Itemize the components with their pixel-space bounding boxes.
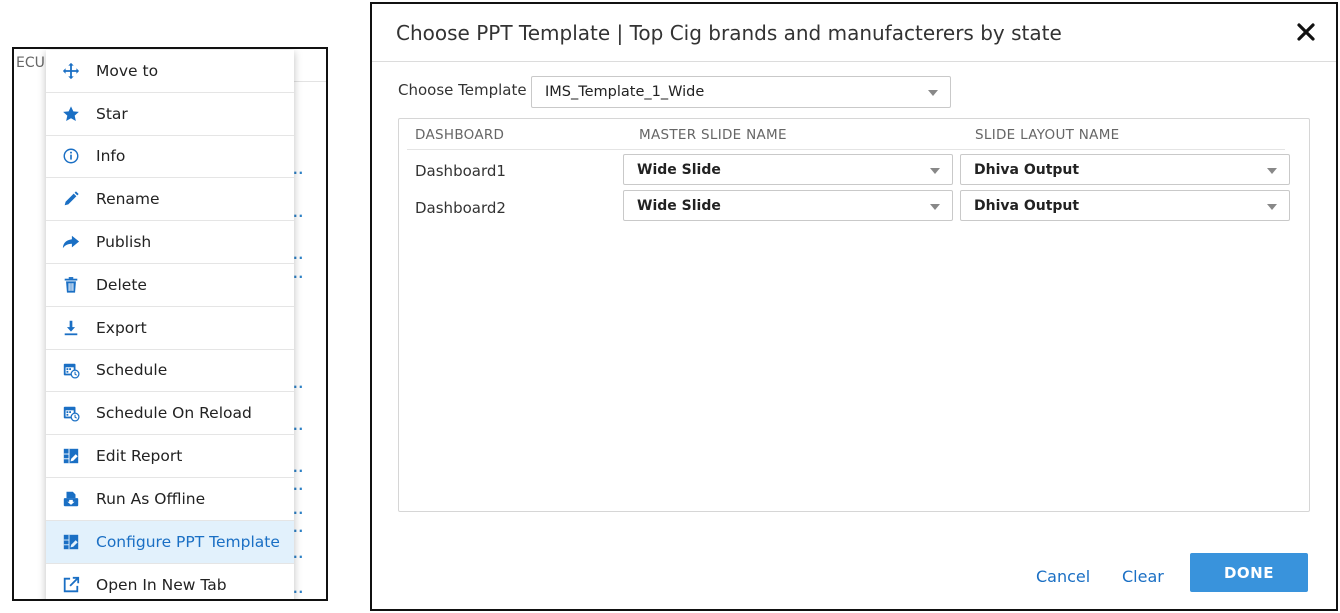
template-select-value: IMS_Template_1_Wide — [545, 84, 705, 100]
chevron-down-icon — [930, 168, 940, 174]
column-header-master-slide-name: MASTER SLIDE NAME — [639, 127, 787, 143]
header-divider — [407, 149, 1285, 150]
more-dots[interactable]: ·· — [293, 167, 304, 179]
master-slide-select[interactable]: Wide Slide — [623, 154, 953, 185]
offline-icon — [60, 488, 82, 510]
more-dots[interactable]: ·· — [293, 507, 304, 519]
trash-icon — [60, 274, 82, 296]
chevron-down-icon — [930, 204, 940, 210]
slide-layout-value: Dhiva Output — [974, 161, 1080, 178]
share-icon — [60, 231, 82, 253]
cancel-button[interactable]: Cancel — [1036, 567, 1090, 586]
context-menu-panel: ECU ·· ·· ·· ·· ·· ·· ·· ·· ·· ·· ·· ·· … — [12, 47, 328, 601]
dialog-title: Choose PPT Template | Top Cig brands and… — [396, 20, 1062, 45]
column-header-dashboard: DASHBOARD — [415, 127, 505, 143]
dialog-header: Choose PPT Template | Top Cig brands and… — [372, 4, 1336, 62]
more-dots[interactable]: ·· — [293, 252, 304, 264]
menu-item-export[interactable]: Export — [46, 307, 294, 350]
slide-layout-select[interactable]: Dhiva Output — [960, 190, 1290, 221]
download-icon — [60, 317, 82, 339]
done-button[interactable]: DONE — [1190, 553, 1308, 592]
chevron-down-icon — [1267, 168, 1277, 174]
calendar-clock-icon — [60, 402, 82, 424]
table-edit-icon — [60, 445, 82, 467]
menu-item-move-to[interactable]: Move to — [46, 50, 294, 93]
star-icon — [60, 103, 82, 125]
background-divider — [294, 81, 326, 82]
menu-item-label: Export — [96, 318, 147, 337]
more-dots[interactable]: ·· — [293, 465, 304, 477]
more-dots[interactable]: ·· — [293, 483, 304, 495]
menu-item-rename[interactable]: Rename — [46, 178, 294, 222]
clear-button[interactable]: Clear — [1122, 567, 1164, 586]
more-dots[interactable]: ·· — [293, 423, 304, 435]
menu-item-open-in-new-tab[interactable]: Open In New Tab — [46, 564, 294, 599]
chevron-down-icon — [1267, 204, 1277, 210]
menu-item-schedule-on-reload[interactable]: Schedule On Reload — [46, 392, 294, 436]
menu-item-label: Schedule On Reload — [96, 404, 252, 423]
pencil-icon — [60, 188, 82, 210]
table-edit-icon — [60, 531, 82, 553]
menu-item-label: Schedule — [96, 361, 168, 380]
more-dots[interactable]: ·· — [293, 210, 304, 222]
more-dots[interactable]: ·· — [293, 586, 304, 598]
menu-item-label: Run As Offline — [96, 489, 206, 508]
menu-item-run-as-offline[interactable]: Run As Offline — [46, 478, 294, 521]
column-header-slide-layout-name: SLIDE LAYOUT NAME — [975, 127, 1120, 143]
background-column-label: ECU — [16, 55, 45, 71]
more-dots[interactable]: ·· — [293, 525, 304, 537]
menu-item-label: Info — [96, 147, 126, 166]
menu-item-star[interactable]: Star — [46, 93, 294, 136]
master-slide-value: Wide Slide — [637, 161, 721, 178]
more-dots[interactable]: ·· — [293, 271, 304, 283]
menu-item-label: Open In New Tab — [96, 575, 227, 594]
info-icon — [60, 145, 82, 167]
menu-item-label: Configure PPT Template — [96, 532, 280, 551]
menu-item-edit-report[interactable]: Edit Report — [46, 435, 294, 478]
menu-item-label: Rename — [96, 190, 160, 209]
menu-item-delete[interactable]: Delete — [46, 264, 294, 307]
menu-item-label: Star — [96, 104, 128, 123]
choose-template-label: Choose Template — [398, 81, 527, 99]
master-slide-value: Wide Slide — [637, 197, 721, 214]
ppt-template-dialog: Choose PPT Template | Top Cig brands and… — [370, 2, 1338, 611]
slide-layout-select[interactable]: Dhiva Output — [960, 154, 1290, 185]
menu-item-label: Publish — [96, 233, 152, 252]
slide-layout-value: Dhiva Output — [974, 197, 1080, 214]
template-select[interactable]: IMS_Template_1_Wide — [531, 76, 951, 108]
master-slide-select[interactable]: Wide Slide — [623, 190, 953, 221]
dashboard-name: Dashboard1 — [415, 162, 506, 180]
more-dots[interactable]: ·· — [293, 551, 304, 563]
menu-item-info[interactable]: Info — [46, 136, 294, 179]
chevron-down-icon — [928, 90, 938, 96]
context-menu: Move to Star Info Rename Publish Delete … — [46, 50, 294, 599]
template-mapping-table: DASHBOARD MASTER SLIDE NAME SLIDE LAYOUT… — [398, 118, 1310, 512]
move-icon — [60, 60, 82, 82]
menu-item-configure-ppt-template[interactable]: Configure PPT Template — [46, 520, 294, 564]
more-dots[interactable]: ·· — [293, 381, 304, 393]
menu-item-schedule[interactable]: Schedule — [46, 350, 294, 393]
dashboard-name: Dashboard2 — [415, 199, 506, 217]
external-link-icon — [60, 574, 82, 596]
menu-item-publish[interactable]: Publish — [46, 221, 294, 264]
menu-item-label: Delete — [96, 275, 147, 294]
menu-item-label: Move to — [96, 61, 159, 80]
calendar-clock-icon — [60, 359, 82, 381]
menu-item-label: Edit Report — [96, 447, 183, 466]
close-icon[interactable] — [1292, 18, 1320, 46]
